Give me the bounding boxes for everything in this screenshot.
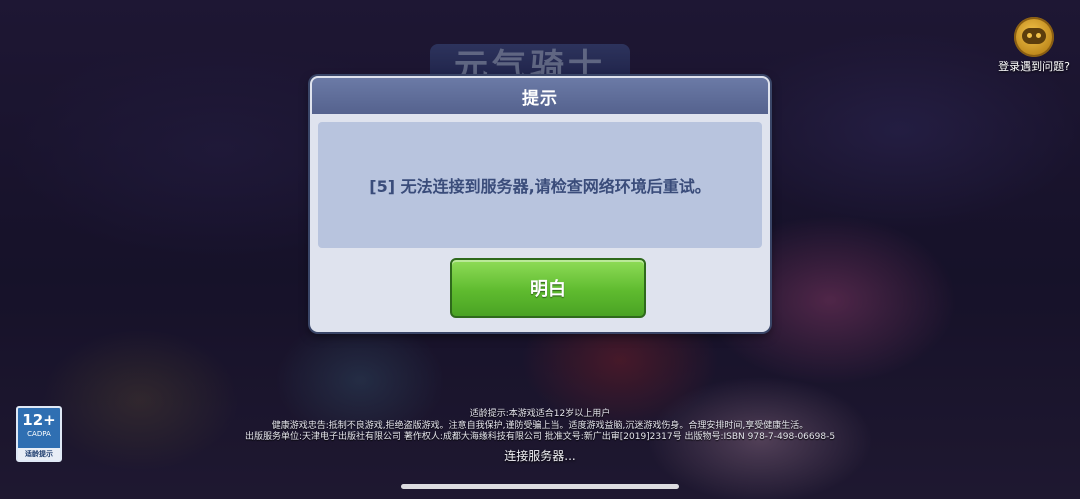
dialog-title: 提示: [522, 88, 558, 109]
footer-line-health: 健康游戏忠告:抵制不良游戏,拒绝盗版游戏。注意自我保护,谨防受骗上当。适度游戏益…: [271, 420, 809, 431]
ok-button-label: 明白: [530, 279, 566, 300]
connection-status: 连接服务器...: [504, 449, 576, 463]
home-indicator[interactable]: [401, 484, 679, 489]
dialog-header: 提示: [312, 78, 768, 114]
message-box: [5] 无法连接到服务器,请检查网络环境后重试。: [318, 122, 762, 248]
footer-notices: 适龄提示:本游戏适合12岁以上用户 健康游戏忠告:抵制不良游戏,拒绝盗版游戏。注…: [0, 409, 1080, 444]
help-face-icon[interactable]: [1014, 17, 1054, 57]
footer-line-age: 适龄提示:本游戏适合12岁以上用户: [469, 409, 611, 419]
login-help-link[interactable]: 登录遇到问题?: [998, 58, 1070, 74]
footer-line-publisher: 出版服务单位:天津电子出版社有限公司 著作权人:成都大海缘科技有限公司 批准文号…: [244, 432, 836, 442]
alert-dialog: 提示 [5] 无法连接到服务器,请检查网络环境后重试。 明白: [310, 76, 770, 332]
ok-button[interactable]: 明白: [450, 258, 646, 318]
error-message: [5] 无法连接到服务器,请检查网络环境后重试。: [369, 177, 711, 196]
